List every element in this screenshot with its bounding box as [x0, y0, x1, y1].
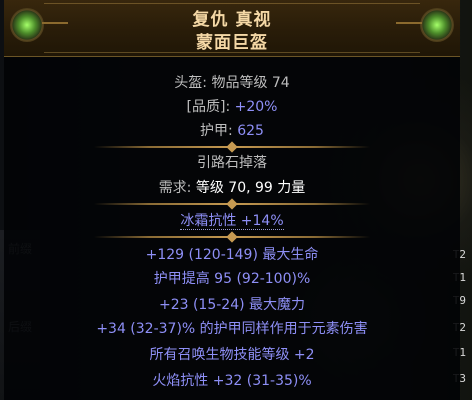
separator [94, 236, 370, 238]
item-tooltip: 复仇 真视 蒙面巨盔 头盔: 物品等级 74 [品质]: +20% 护甲: 62… [4, 0, 460, 400]
explicit-mod: +129 (120-149) 最大生命 [145, 247, 319, 263]
armour-value: 625 [237, 123, 264, 139]
explicit-mod: +23 (15-24) 最大魔力 [158, 297, 306, 313]
explicit-mod: 护甲提高 95 (92-100)% [153, 271, 311, 287]
implicit-mod: 冰霜抗性 +14% [4, 210, 460, 230]
quality-label: [品质]: [186, 99, 235, 115]
requirement-row: 需求: 等级 70, 99 力量 [4, 177, 460, 197]
quality-value: +20% [234, 99, 278, 115]
armour-row: 护甲: 625 [4, 120, 460, 140]
quality-row: [品质]: +20% [4, 96, 460, 116]
requirement-label: 需求: [158, 180, 196, 196]
armour-label: 护甲: [200, 123, 238, 139]
item-type-line: 头盔: 物品等级 74 [174, 75, 290, 91]
requirement-value: 等级 70, 99 力量 [195, 180, 306, 196]
implicit-mod-text: 冰霜抗性 +14% [180, 213, 284, 230]
tooltip-header: 复仇 真视 蒙面巨盔 [4, 0, 460, 57]
item-name: 复仇 真视 [192, 10, 272, 30]
separator [94, 146, 370, 148]
explicit-mod: +34 (32-37)% 的护甲同样作用于元素伤害 [96, 321, 368, 337]
explicit-mod: 火焰抗性 +32 (31-35)% [152, 373, 312, 389]
separator [94, 203, 370, 205]
drop-source: 引路石掉落 [197, 155, 267, 171]
explicit-mod: 所有召唤生物技能等级 +2 [149, 347, 315, 363]
item-base-type: 蒙面巨盔 [196, 33, 268, 53]
